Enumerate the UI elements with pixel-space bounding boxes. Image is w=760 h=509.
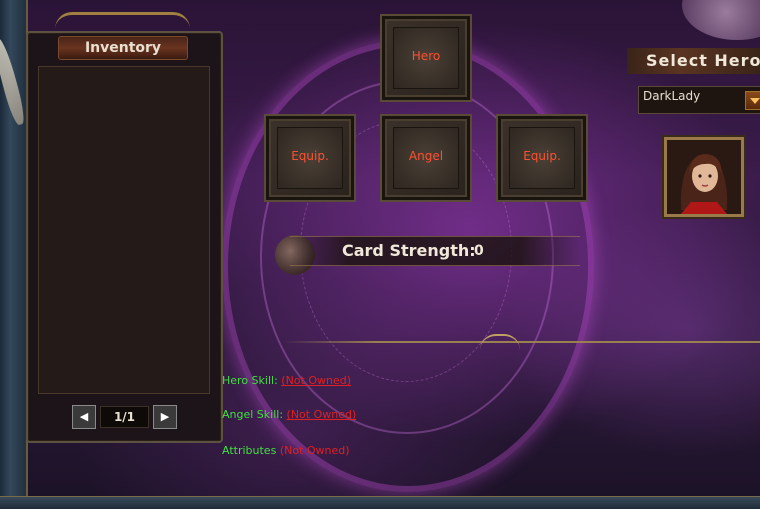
section-divider <box>282 341 760 343</box>
inventory-crown-ornament <box>55 12 190 29</box>
equip-slot-right-label: Equip. <box>523 149 561 163</box>
equip-slot-left[interactable]: Equip. <box>266 116 354 200</box>
angel-skill-label: Angel Skill: <box>222 408 284 421</box>
attributes-value: (Not Owned) <box>279 444 350 457</box>
hero-select-value: DarkLady <box>643 89 701 103</box>
hero-slot[interactable]: Hero <box>382 16 470 100</box>
attributes-row: Attributes (Not Owned) <box>222 444 350 457</box>
card-strength-label: Card Strength: <box>342 241 476 260</box>
card-strength-value: 0 <box>474 243 484 259</box>
angel-slot-label: Angel <box>408 149 444 163</box>
hero-portrait[interactable] <box>664 137 744 217</box>
dropdown-arrow-icon[interactable] <box>745 91 760 110</box>
arrow-right-icon: ▶ <box>160 410 170 423</box>
attributes-label: Attributes <box>222 444 277 457</box>
bottom-bar <box>0 496 760 509</box>
inventory-title: Inventory <box>58 36 188 60</box>
equip-slot-left-label: Equip. <box>291 149 329 163</box>
inventory-list[interactable] <box>38 66 210 394</box>
angel-slot[interactable]: Angel <box>382 116 470 200</box>
hero-portrait-image <box>667 140 741 214</box>
angel-skill-row: Angel Skill: (Not Owned) <box>222 408 356 421</box>
hero-slot-label: Hero <box>411 49 441 63</box>
hero-select-dropdown[interactable]: DarkLady <box>638 86 760 114</box>
equip-slot-right[interactable]: Equip. <box>498 116 586 200</box>
hero-skill-value[interactable]: (Not Owned) <box>281 374 351 387</box>
next-page-button[interactable]: ▶ <box>153 405 177 429</box>
prev-page-button[interactable]: ◀ <box>72 405 96 429</box>
page-indicator: 1/1 <box>100 406 149 428</box>
arrow-left-icon: ◀ <box>79 410 89 423</box>
angel-skill-value[interactable]: (Not Owned) <box>287 408 357 421</box>
select-hero-title: Select Hero <box>646 51 760 70</box>
hero-skill-row: Hero Skill: (Not Owned) <box>222 374 351 387</box>
hero-skill-label: Hero Skill: <box>222 374 278 387</box>
